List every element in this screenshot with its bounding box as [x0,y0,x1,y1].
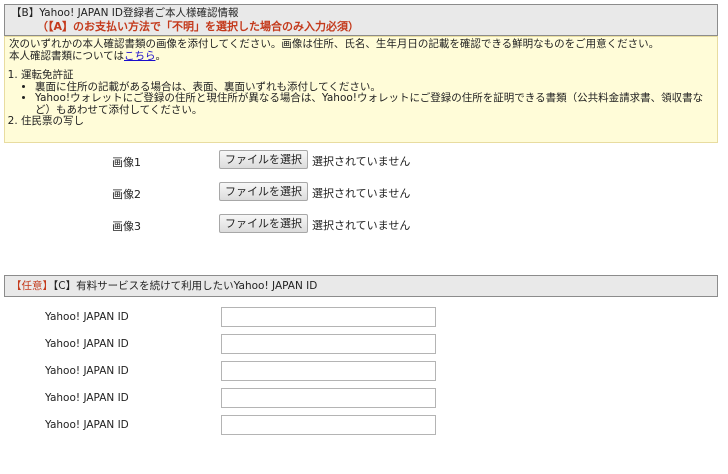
yahoo-id-label: Yahoo! JAPAN ID [45,419,129,431]
choose-file-button[interactable]: ファイルを選択 [219,182,308,201]
section-b-required-note: （【A】のお支払い方法で「不明」を選択した場合のみ入力必須） [37,20,360,33]
id-documents-link[interactable]: こちら [124,50,156,62]
yahoo-id-label: Yahoo! JAPAN ID [45,311,129,323]
license-note: Yahoo!ウォレットにご登録の住所と現住所が異なる場合は、Yahoo!ウォレッ… [35,92,713,116]
document-item-label: 住民票の写し [21,115,84,127]
notice-docs-prefix: 本人確認書類については [9,49,124,62]
section-c-title: 【C】有料サービスを続けて利用したいYahoo! JAPAN ID [53,280,318,292]
upload-label: 画像2 [112,188,141,201]
notice-docs-line: 本人確認書類についてはこちら。 [9,49,713,63]
upload-row-3: 画像3 ファイルを選択 選択されていません [0,214,728,234]
upload-label: 画像3 [112,220,141,233]
id-document-notice: 次のいずれかの本人確認書類の画像を添付してください。画像は住所、氏名、生年月日の… [4,36,718,143]
yahoo-id-input-5[interactable] [221,415,436,435]
yahoo-id-input-2[interactable] [221,334,436,354]
yahoo-id-label: Yahoo! JAPAN ID [45,365,129,377]
yahoo-id-row-3: Yahoo! JAPAN ID [0,361,728,383]
document-item-label: 運転免許証 [21,69,74,81]
upload-row-1: 画像1 ファイルを選択 選択されていません [0,150,728,170]
upload-row-2: 画像2 ファイルを選択 選択されていません [0,182,728,202]
yahoo-id-label: Yahoo! JAPAN ID [45,392,129,404]
choose-file-button[interactable]: ファイルを選択 [219,214,308,233]
yahoo-id-input-3[interactable] [221,361,436,381]
yahoo-id-row-2: Yahoo! JAPAN ID [0,334,728,356]
document-list: 運転免許証 裏面に住所の記載がある場合は、表面、裏面いずれも添付してください。 … [9,69,713,128]
section-b-header: 【B】Yahoo! JAPAN ID登録者ご本人様確認情報 （【A】のお支払い方… [4,4,718,36]
document-item-resident-record: 住民票の写し [21,115,713,128]
file-status: 選択されていません [312,219,411,232]
section-b-title: 【B】Yahoo! JAPAN ID登録者ご本人様確認情報 [11,7,239,19]
notice-docs-suffix: 。 [155,49,166,62]
yahoo-id-row-5: Yahoo! JAPAN ID [0,415,728,437]
yahoo-id-label: Yahoo! JAPAN ID [45,338,129,350]
optional-tag: 【任意】 [11,280,53,292]
yahoo-id-row-1: Yahoo! JAPAN ID [0,307,728,329]
choose-file-button[interactable]: ファイルを選択 [219,150,308,169]
yahoo-id-row-4: Yahoo! JAPAN ID [0,388,728,410]
file-status: 選択されていません [312,155,411,168]
upload-label: 画像1 [112,156,141,169]
yahoo-id-input-4[interactable] [221,388,436,408]
section-c-header: 【任意】【C】有料サービスを続けて利用したいYahoo! JAPAN ID [4,275,718,297]
license-notes: 裏面に住所の記載がある場合は、表面、裏面いずれも添付してください。 Yahoo!… [21,81,713,117]
file-status: 選択されていません [312,187,411,200]
yahoo-id-input-1[interactable] [221,307,436,327]
document-item-license: 運転免許証 裏面に住所の記載がある場合は、表面、裏面いずれも添付してください。 … [21,69,713,117]
